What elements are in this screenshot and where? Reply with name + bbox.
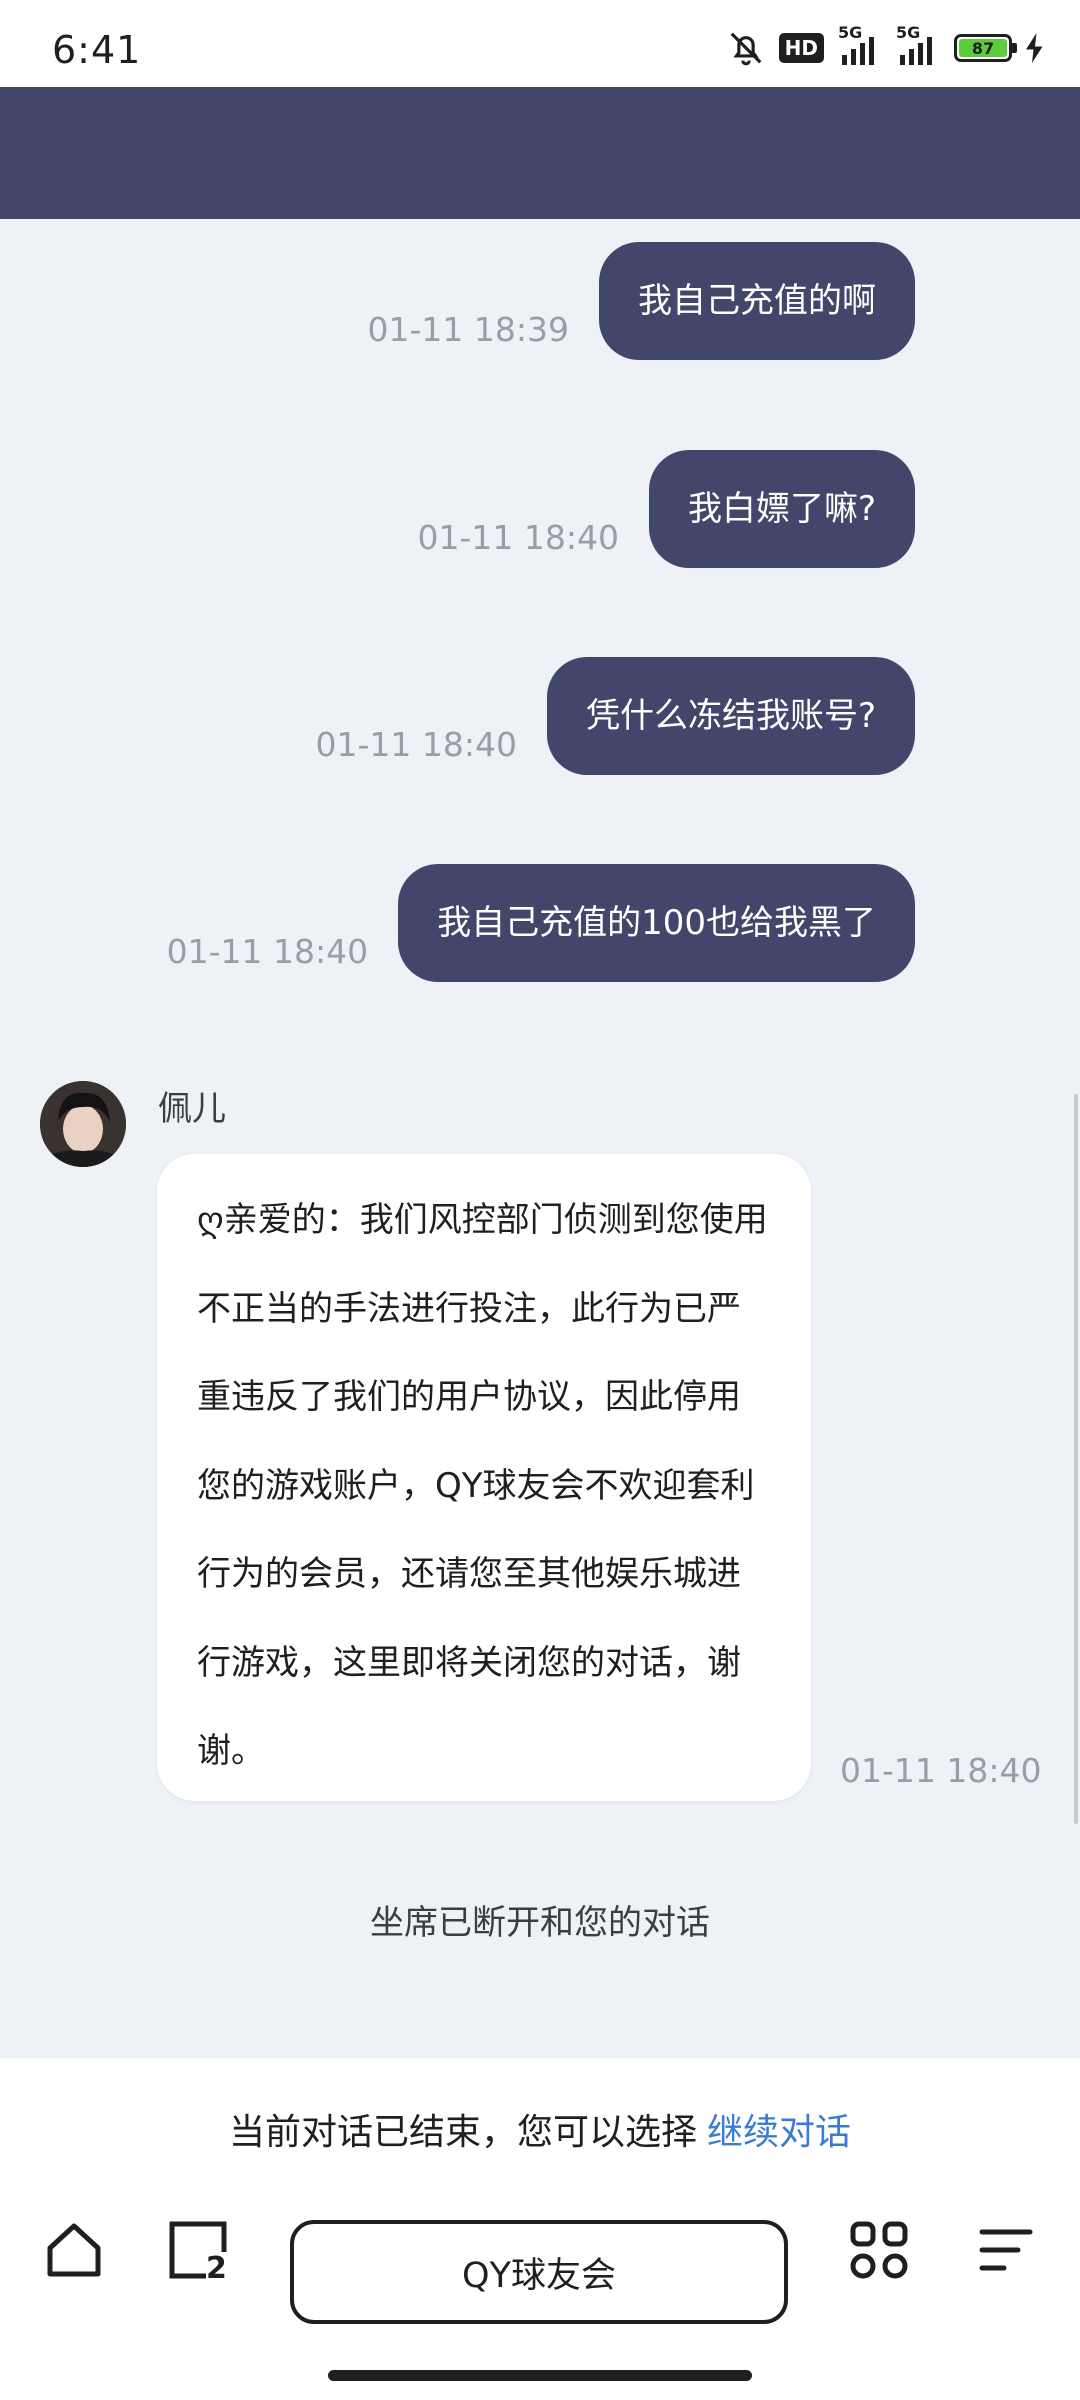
home-icon[interactable]	[42, 2218, 106, 2282]
status-time: 6:41	[52, 28, 142, 72]
message-bubble[interactable]: 我白嫖了嘛?	[648, 450, 915, 568]
message-outgoing: 01-11 18:40 凭什么冻结我账号?	[315, 657, 915, 775]
home-indicator[interactable]	[328, 2370, 752, 2381]
battery-icon: 87	[954, 34, 1017, 62]
message-bubble[interactable]: 凭什么冻结我账号?	[546, 657, 915, 775]
signal-icon: 5G	[838, 23, 882, 65]
signal-label: 5G	[896, 23, 921, 42]
end-notice-text: 当前对话已结束，您可以选择	[228, 2112, 697, 2153]
message-bubble[interactable]: 我自己充值的100也给我黑了	[398, 864, 915, 982]
tabs-icon[interactable]: 2	[166, 2218, 230, 2286]
hd-icon: HD	[778, 33, 824, 63]
message-timestamp: 01-11 18:39	[367, 310, 569, 349]
chat-area[interactable]: 01-11 18:39 我自己充值的啊 01-11 18:40 我白嫖了嘛? 0…	[0, 219, 1080, 2039]
message-bubble[interactable]: 我自己充值的啊	[599, 242, 915, 360]
end-notice: 当前对话已结束，您可以选择 继续对话	[0, 2103, 1080, 2155]
end-panel: 当前对话已结束，您可以选择 继续对话 2 QY球友会	[0, 2058, 1080, 2400]
message-outgoing: 01-11 18:40 我白嫖了嘛?	[417, 450, 915, 568]
scrollbar[interactable]	[1074, 1094, 1078, 1824]
message-timestamp: 01-11 18:40	[166, 932, 369, 971]
agent-avatar[interactable]	[40, 1081, 126, 1167]
url-bar[interactable]: QY球友会	[290, 2220, 788, 2324]
status-bar: 6:41 HD 5G 5G 87	[0, 0, 1080, 87]
message-outgoing: 01-11 18:39 我自己充值的啊	[368, 242, 915, 360]
message-timestamp: 01-11 18:40	[417, 518, 619, 557]
message-bubble-incoming[interactable]: ღ亲爱的：我们风控部门侦测到您使用不正当的手法进行投注，此行为已严重违反了我们的…	[157, 1154, 811, 1801]
status-icons: HD 5G 5G 87	[727, 23, 1044, 68]
menu-icon[interactable]	[974, 2218, 1038, 2282]
tab-count: 2	[206, 2251, 227, 2282]
message-timestamp: 01-11 18:40	[840, 1751, 1042, 1790]
url-bar-label: QY球友会	[462, 2255, 616, 2296]
bell-off-icon	[727, 29, 765, 67]
battery-level: 87	[959, 39, 1007, 58]
signal-label: 5G	[838, 23, 863, 42]
signal-icon: 5G	[896, 23, 940, 65]
app-header	[0, 87, 1080, 219]
charging-icon	[1026, 33, 1044, 63]
message-outgoing: 01-11 18:40 我自己充值的100也给我黑了	[167, 864, 915, 982]
apps-icon[interactable]	[847, 2218, 911, 2282]
message-timestamp: 01-11 18:40	[315, 725, 517, 764]
system-notice: 坐席已断开和您的对话	[370, 1903, 710, 1943]
agent-name: 佩儿	[158, 1089, 226, 1129]
continue-chat-link[interactable]: 继续对话	[707, 2112, 851, 2153]
